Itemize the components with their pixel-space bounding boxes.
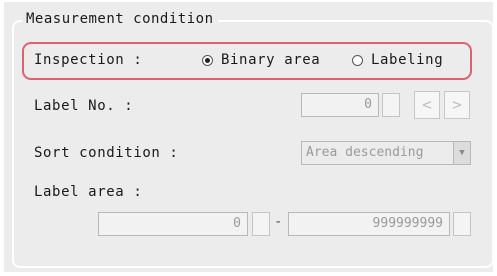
label-area-min-field[interactable]: 0 (98, 212, 248, 236)
group-title: Measurement condition (22, 10, 218, 28)
sort-condition-label: Sort condition : (34, 145, 179, 161)
label-no-label: Label No. : (34, 98, 134, 114)
radio-unchecked-icon (352, 54, 363, 66)
inspection-label: Inspection : (34, 52, 143, 68)
radio-binary-area[interactable]: Binary area (202, 51, 320, 69)
label-area-label: Label area : (34, 184, 143, 200)
range-separator: - (274, 214, 283, 230)
label-no-spin-button[interactable] (382, 93, 400, 117)
label-area-max-field[interactable]: 999999999 (288, 212, 450, 236)
label-area-max-spin-button[interactable] (453, 212, 471, 236)
radio-binary-area-label: Binary area (221, 52, 321, 68)
radio-checked-icon (202, 54, 213, 66)
radio-labeling[interactable]: Labeling (352, 51, 443, 69)
label-no-field[interactable]: 0 (301, 93, 379, 117)
label-next-button[interactable]: > (444, 91, 470, 119)
measurement-panel: Measurement condition Inspection : Binar… (4, 2, 494, 272)
radio-labeling-label: Labeling (371, 52, 444, 68)
sort-condition-value: Area descending (306, 145, 424, 160)
label-area-min-spin-button[interactable] (252, 212, 270, 236)
chevron-down-icon: ▼ (453, 142, 470, 164)
label-prev-button[interactable]: < (414, 91, 440, 119)
sort-condition-select[interactable]: Area descending ▼ (301, 141, 471, 165)
